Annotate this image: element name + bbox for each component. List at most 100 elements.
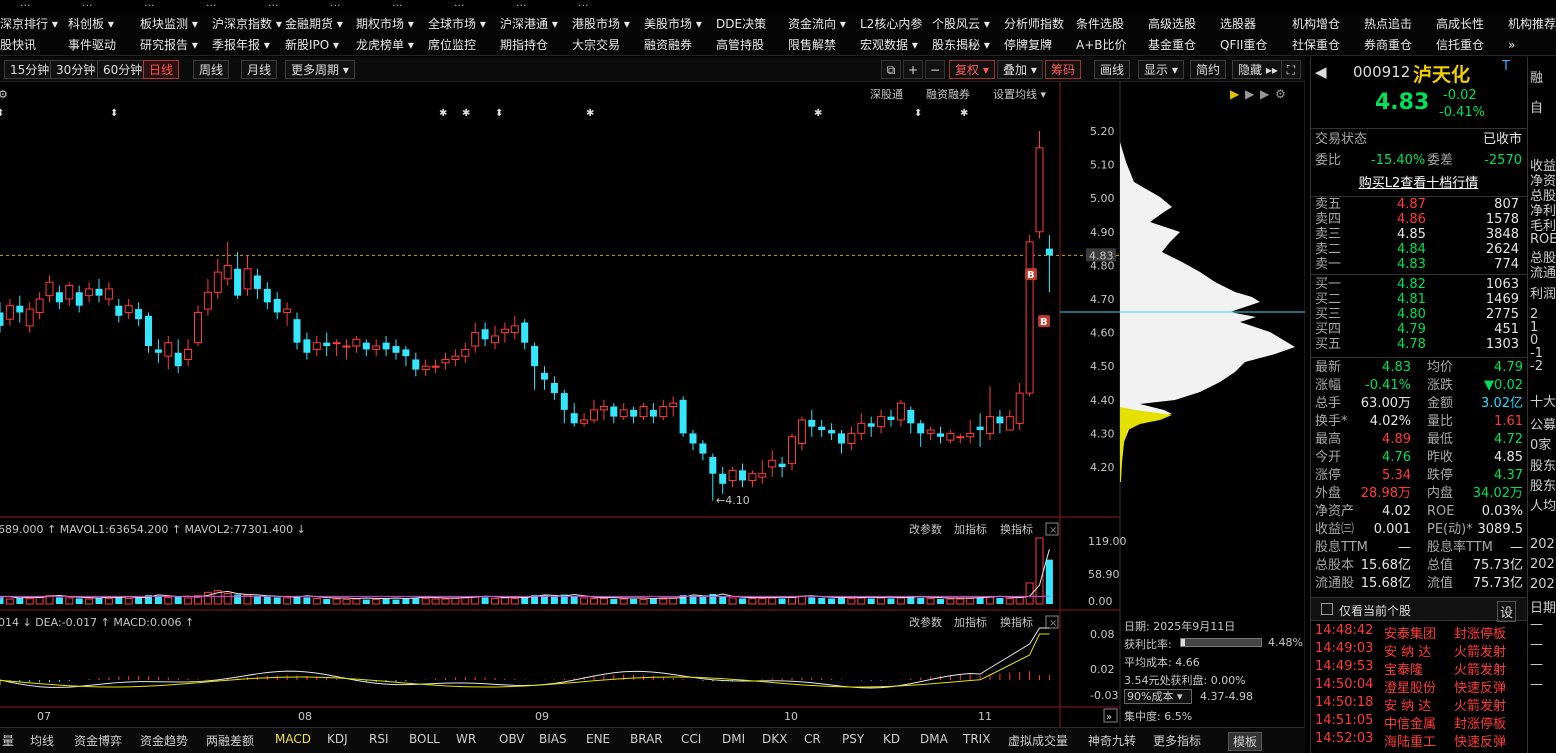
ticker-event[interactable]: 火箭发射 bbox=[1454, 695, 1506, 714]
menu-item[interactable]: 深京排行 ▾ bbox=[0, 14, 58, 34]
volume-bar[interactable] bbox=[223, 592, 232, 605]
volume-bar[interactable] bbox=[976, 597, 984, 604]
volume-bar[interactable] bbox=[283, 597, 292, 605]
candle-body[interactable] bbox=[372, 345, 381, 350]
candle-body[interactable] bbox=[135, 309, 143, 320]
candle-body[interactable] bbox=[392, 346, 400, 353]
volume-bar[interactable] bbox=[203, 591, 212, 605]
settings-button[interactable]: 设 bbox=[1497, 601, 1517, 622]
menu-item[interactable]: 信托重仓 bbox=[1436, 35, 1484, 55]
candle-body[interactable] bbox=[778, 463, 786, 467]
volume-bar[interactable] bbox=[610, 599, 618, 604]
volume-bar[interactable] bbox=[1045, 559, 1053, 604]
gear-icon[interactable]: ⚙ bbox=[0, 88, 8, 101]
indicator-tab[interactable]: CCI bbox=[681, 732, 701, 746]
candle-body[interactable] bbox=[550, 383, 558, 394]
menu-item[interactable]: 基金重仓 bbox=[1148, 35, 1196, 55]
volume-bar[interactable] bbox=[55, 597, 63, 604]
highlight-icon[interactable]: ▶ bbox=[1230, 87, 1240, 101]
candle-body[interactable] bbox=[273, 299, 281, 313]
candle-body[interactable] bbox=[431, 365, 440, 368]
candle-body[interactable] bbox=[748, 473, 757, 481]
volume-bar[interactable] bbox=[847, 597, 856, 605]
indicator-tab[interactable]: ENE bbox=[586, 732, 610, 746]
volume-bar[interactable] bbox=[541, 595, 548, 604]
candle-body[interactable] bbox=[1035, 147, 1044, 233]
candle-body[interactable] bbox=[323, 342, 331, 347]
volume-bar[interactable] bbox=[402, 599, 410, 604]
volume-bar[interactable] bbox=[500, 597, 509, 605]
menu-item[interactable]: 事件驱动 bbox=[68, 35, 116, 55]
menu-item[interactable]: L2核心内参 bbox=[860, 14, 922, 34]
event-marker-icon[interactable]: ✱ bbox=[439, 108, 447, 119]
candle-body[interactable] bbox=[917, 423, 925, 434]
candle-body[interactable] bbox=[16, 305, 24, 313]
candle-body[interactable] bbox=[1015, 392, 1024, 424]
candle-body[interactable] bbox=[352, 338, 361, 347]
candle-body[interactable] bbox=[293, 319, 301, 343]
candle-body[interactable] bbox=[25, 308, 34, 327]
candle-body[interactable] bbox=[104, 288, 113, 300]
ticker-event[interactable]: 封涨停板 bbox=[1454, 623, 1506, 642]
volume-bar[interactable] bbox=[867, 598, 875, 604]
volume-bar[interactable] bbox=[392, 599, 400, 604]
candle-body[interactable] bbox=[342, 345, 351, 348]
menu-item[interactable]: » bbox=[1508, 35, 1515, 55]
volume-bar[interactable] bbox=[95, 597, 103, 604]
indicator-tab[interactable]: 神奇九转 bbox=[1088, 732, 1136, 749]
candle-body[interactable] bbox=[382, 342, 390, 350]
indicator-tab[interactable]: DMA bbox=[920, 732, 948, 746]
volume-bar[interactable] bbox=[352, 598, 361, 605]
candle-body[interactable] bbox=[877, 416, 886, 428]
volume-bar[interactable] bbox=[926, 597, 935, 605]
menu-item[interactable]: 龙虎榜单 ▾ bbox=[356, 35, 414, 55]
volume-bar[interactable] bbox=[5, 598, 14, 605]
volume-bar[interactable] bbox=[838, 597, 845, 604]
only-current-checkbox[interactable] bbox=[1321, 603, 1333, 615]
volume-panel-button[interactable]: 加指标 bbox=[954, 522, 987, 536]
candle-body[interactable] bbox=[847, 432, 856, 444]
candle-body[interactable] bbox=[946, 432, 955, 441]
indicator-tab[interactable]: PSY bbox=[842, 732, 864, 746]
candle-body[interactable] bbox=[867, 423, 875, 427]
candle-body[interactable] bbox=[699, 443, 707, 454]
period-button[interactable]: 60分钟 bbox=[97, 60, 149, 79]
menu-item[interactable]: 停牌复牌 bbox=[1004, 35, 1052, 55]
candle-body[interactable] bbox=[5, 305, 14, 320]
volume-bar[interactable] bbox=[521, 597, 529, 604]
volume-bar[interactable] bbox=[154, 596, 162, 604]
volume-bar[interactable] bbox=[312, 597, 321, 605]
menu-item[interactable]: 条件选股 bbox=[1076, 14, 1124, 34]
volume-bar[interactable] bbox=[421, 597, 430, 605]
candle-body[interactable] bbox=[709, 456, 717, 474]
candle-body[interactable] bbox=[481, 329, 489, 340]
volume-bar[interactable] bbox=[342, 599, 351, 605]
candle-body[interactable] bbox=[332, 342, 341, 345]
event-marker-icon[interactable]: ✱ bbox=[960, 108, 968, 119]
volume-bar[interactable] bbox=[481, 597, 489, 604]
candle-body[interactable] bbox=[649, 409, 657, 417]
candle-body[interactable] bbox=[719, 473, 727, 484]
volume-bar[interactable] bbox=[986, 596, 994, 605]
volume-bar[interactable] bbox=[0, 597, 4, 604]
volume-bar[interactable] bbox=[471, 596, 480, 605]
ticker-event[interactable]: 封涨停板 bbox=[1454, 713, 1506, 732]
ticker-event[interactable]: 快速反弹 bbox=[1454, 677, 1506, 696]
menu-item[interactable]: 期指持仓 bbox=[500, 35, 548, 55]
volume-bar[interactable] bbox=[115, 597, 123, 604]
menu-item[interactable]: 港股市场 ▾ bbox=[572, 14, 630, 34]
candle-body[interactable] bbox=[500, 328, 509, 334]
volume-bar[interactable] bbox=[25, 597, 34, 605]
ticker-event[interactable]: 火箭发射 bbox=[1454, 659, 1506, 678]
volume-bar[interactable] bbox=[1035, 537, 1044, 605]
menu-item[interactable]: 限售解禁 bbox=[788, 35, 836, 55]
next-icon[interactable]: ▶ bbox=[1260, 87, 1270, 101]
volume-bar[interactable] bbox=[85, 598, 94, 605]
candle-body[interactable] bbox=[679, 399, 687, 434]
menu-item[interactable]: QFII重仓 bbox=[1220, 35, 1267, 55]
volume-bar[interactable] bbox=[382, 599, 390, 604]
volume-bar[interactable] bbox=[461, 597, 470, 605]
volume-bar[interactable] bbox=[263, 596, 271, 604]
volume-bar[interactable] bbox=[164, 596, 173, 605]
volume-bar[interactable] bbox=[104, 597, 113, 605]
